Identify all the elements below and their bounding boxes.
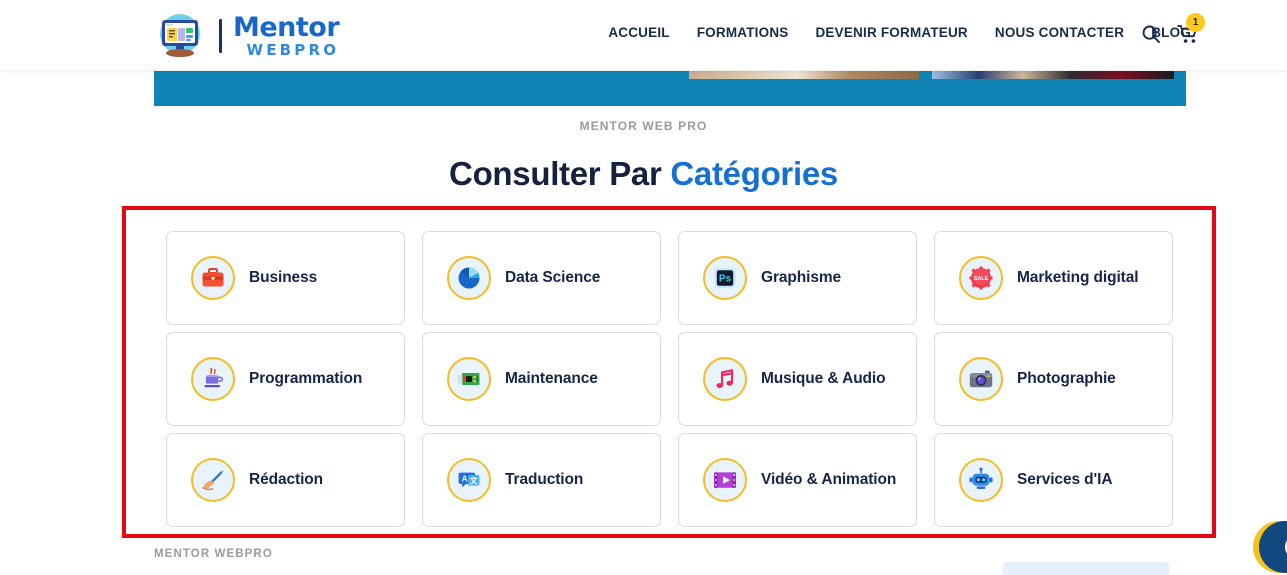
category-label: Graphisme <box>761 269 842 286</box>
section-eyebrow: MENTOR WEB PRO <box>579 119 708 133</box>
banner-photo-1 <box>689 71 919 79</box>
category-label: Photographie <box>1017 370 1116 387</box>
category-card-photographie[interactable]: Photographie <box>934 332 1173 426</box>
category-label: Traduction <box>505 471 584 488</box>
nav-accueil[interactable]: ACCUEIL <box>608 25 669 40</box>
svg-text:A: A <box>462 474 468 483</box>
category-card-video-animation[interactable]: Vidéo & Animation <box>678 433 917 527</box>
category-label: Marketing digital <box>1017 269 1139 286</box>
briefcase-icon <box>191 256 235 300</box>
logo-divider <box>219 18 222 53</box>
monitor-logo-icon <box>152 12 208 59</box>
category-label: Services d'IA <box>1017 471 1113 488</box>
nav-devenir-formateur[interactable]: DEVENIR FORMATEUR <box>815 25 967 40</box>
category-label: Data Science <box>505 269 601 286</box>
main-navigation: ACCUEIL FORMATIONS DEVENIR FORMATEUR NOU… <box>608 25 1191 40</box>
nav-formations[interactable]: FORMATIONS <box>697 25 789 40</box>
category-label: Vidéo & Animation <box>761 471 897 488</box>
category-card-graphisme[interactable]: Ps Graphisme <box>678 231 917 325</box>
logo-subtitle: WEBPRO <box>246 40 340 59</box>
category-card-business[interactable]: Business <box>166 231 405 325</box>
category-label: Programmation <box>249 370 363 387</box>
hero-banner-strip <box>154 71 1186 106</box>
java-coffee-icon <box>191 357 235 401</box>
category-label: Musique & Audio <box>761 370 886 387</box>
music-note-icon <box>703 357 747 401</box>
robot-icon <box>959 458 1003 502</box>
photoshop-icon: Ps <box>703 256 747 300</box>
cart-count-badge: 1 <box>1186 13 1205 32</box>
camera-icon <box>959 357 1003 401</box>
header-actions: 1 <box>1141 13 1205 46</box>
svg-text:Ps: Ps <box>719 274 732 285</box>
circuit-board-icon <box>447 357 491 401</box>
category-card-marketing-digital[interactable]: SALE Marketing digital <box>934 231 1173 325</box>
search-icon[interactable] <box>1141 24 1161 46</box>
category-grid: Business Data Science Ps Graphisme SALE … <box>166 231 1174 527</box>
category-card-programmation[interactable]: Programmation <box>166 332 405 426</box>
category-label: Business <box>249 269 318 286</box>
category-card-musique-audio[interactable]: Musique & Audio <box>678 332 917 426</box>
category-card-traduction[interactable]: A 文 Traduction <box>422 433 661 527</box>
film-play-icon <box>703 458 747 502</box>
category-card-redaction[interactable]: Rédaction <box>166 433 405 527</box>
site-header: Mentor WEBPRO ACCUEIL FORMATIONS DEVENIR… <box>0 0 1287 71</box>
category-label: Rédaction <box>249 471 324 488</box>
page-title: Consulter Par Catégories <box>0 155 1287 193</box>
page-root: Mentor WEBPRO ACCUEIL FORMATIONS DEVENIR… <box>0 0 1287 575</box>
category-label: Maintenance <box>505 370 598 387</box>
page-title-main: Consulter Par <box>449 155 671 192</box>
banner-photo-2 <box>932 71 1174 79</box>
category-card-data-science[interactable]: Data Science <box>422 231 661 325</box>
logo-title: Mentor <box>233 11 340 43</box>
nav-nous-contacter[interactable]: NOUS CONTACTER <box>995 25 1124 40</box>
site-logo[interactable]: Mentor WEBPRO <box>152 11 340 59</box>
footer-eyebrow: MENTOR WEBPRO <box>154 548 273 560</box>
floating-chat-widget[interactable] <box>1245 513 1287 575</box>
svg-text:SALE: SALE <box>974 276 989 282</box>
svg-text:文: 文 <box>470 476 479 486</box>
bottom-panel-strip <box>1003 562 1169 575</box>
cart-icon[interactable]: 1 <box>1177 13 1205 46</box>
pie-chart-icon <box>447 256 491 300</box>
page-title-accent: Catégories <box>670 155 838 192</box>
category-card-maintenance[interactable]: Maintenance <box>422 332 661 426</box>
category-card-services-ia[interactable]: Services d'IA <box>934 433 1173 527</box>
translate-icon: A 文 <box>447 458 491 502</box>
writing-hand-icon <box>191 458 235 502</box>
sale-badge-icon: SALE <box>959 256 1003 300</box>
logo-wordmark: Mentor WEBPRO <box>233 11 340 59</box>
